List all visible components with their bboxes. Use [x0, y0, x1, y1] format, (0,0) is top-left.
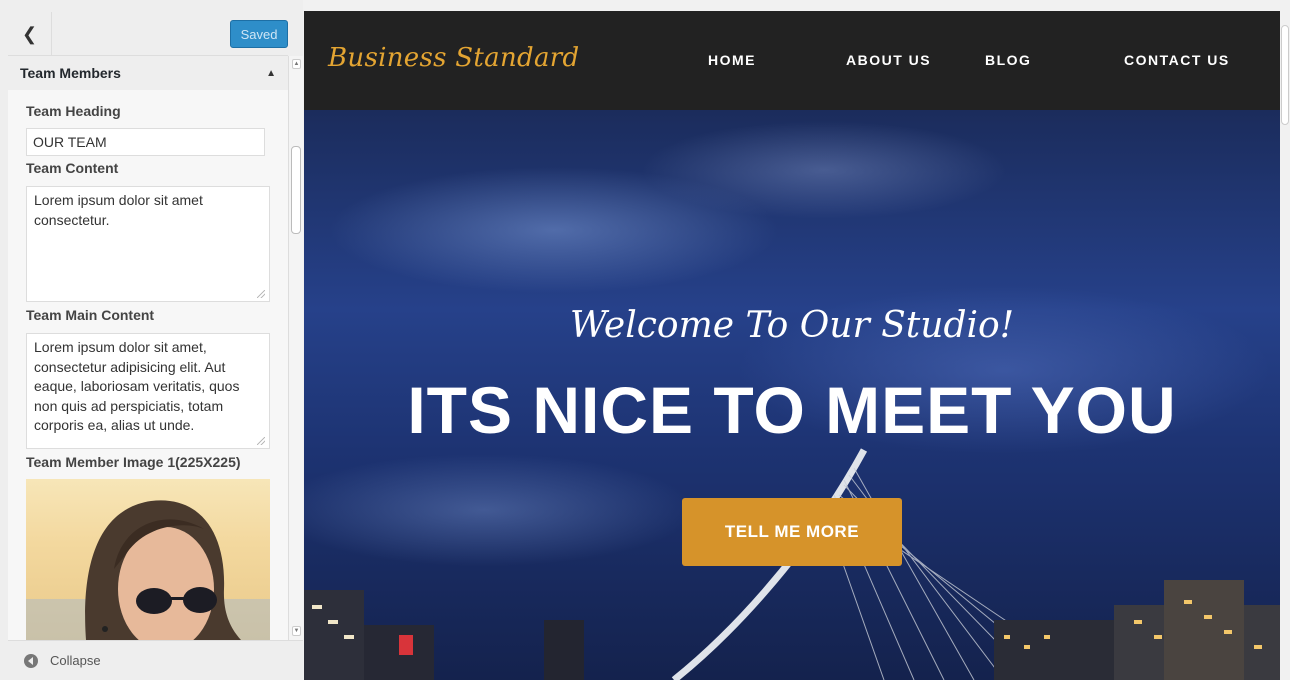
resize-grip-icon[interactable] — [257, 290, 265, 298]
customizer-header: ❮ Saved — [8, 12, 288, 56]
team-content-label: Team Content — [26, 160, 119, 176]
nav-blog[interactable]: BLOG — [985, 52, 1031, 68]
collapse-button[interactable]: Collapse — [8, 640, 303, 680]
team-main-content-label: Team Main Content — [26, 307, 155, 323]
section-header-team-members[interactable]: Team Members ▲ — [8, 56, 288, 90]
nav-home[interactable]: HOME — [708, 52, 756, 68]
site-navbar: Business Standard HOME ABOUT US BLOG CON… — [304, 11, 1280, 110]
team-heading-label: Team Heading — [26, 103, 121, 119]
preview-scroll-thumb[interactable] — [1281, 25, 1289, 125]
team-member-image-label: Team Member Image 1(225X225) — [26, 454, 241, 470]
site-preview: Business Standard HOME ABOUT US BLOG CON… — [304, 11, 1280, 680]
team-member-image[interactable] — [26, 479, 270, 640]
caret-up-icon: ▲ — [266, 67, 276, 79]
nav-contact-us[interactable]: CONTACT US — [1124, 52, 1230, 68]
saved-button[interactable]: Saved — [230, 20, 288, 48]
team-heading-input[interactable] — [26, 128, 265, 156]
team-main-content-text: Lorem ipsum dolor sit amet, consectetur … — [34, 339, 240, 433]
collapse-icon — [24, 653, 38, 668]
team-content-textarea[interactable]: Lorem ipsum dolor sit amet consectetur. — [26, 186, 270, 302]
team-main-content-textarea[interactable]: Lorem ipsum dolor sit amet, consectetur … — [26, 333, 270, 449]
site-brand[interactable]: Business Standard — [328, 43, 579, 73]
sidebar-scrollbar[interactable]: ▲ ▼ — [288, 56, 303, 640]
section-title: Team Members — [20, 65, 121, 81]
section-controls: Team Heading Team Content Lorem ipsum do… — [8, 90, 288, 640]
hero-section: Welcome To Our Studio! ITS NICE TO MEET … — [304, 110, 1280, 680]
sidebar-scroll-thumb[interactable] — [291, 146, 301, 234]
scroll-down-icon[interactable]: ▼ — [292, 626, 301, 636]
tell-me-more-button[interactable]: TELL ME MORE — [682, 498, 902, 566]
hero-title: ITS NICE TO MEET YOU — [407, 373, 1177, 447]
back-button[interactable]: ❮ — [8, 12, 52, 56]
nav-about-us[interactable]: ABOUT US — [846, 52, 931, 68]
preview-scrollbar[interactable] — [1280, 11, 1290, 680]
collapse-label: Collapse — [50, 653, 101, 668]
resize-grip-icon[interactable] — [257, 437, 265, 445]
chevron-left-icon: ❮ — [21, 23, 38, 44]
scroll-up-icon[interactable]: ▲ — [292, 59, 301, 69]
hero-subtitle: Welcome To Our Studio! — [569, 305, 1015, 346]
team-content-text: Lorem ipsum dolor sit amet consectetur. — [34, 192, 203, 228]
team-member-photo — [26, 500, 270, 640]
customizer-sidebar: ❮ Saved Team Members ▲ Team Heading Team… — [0, 0, 303, 680]
